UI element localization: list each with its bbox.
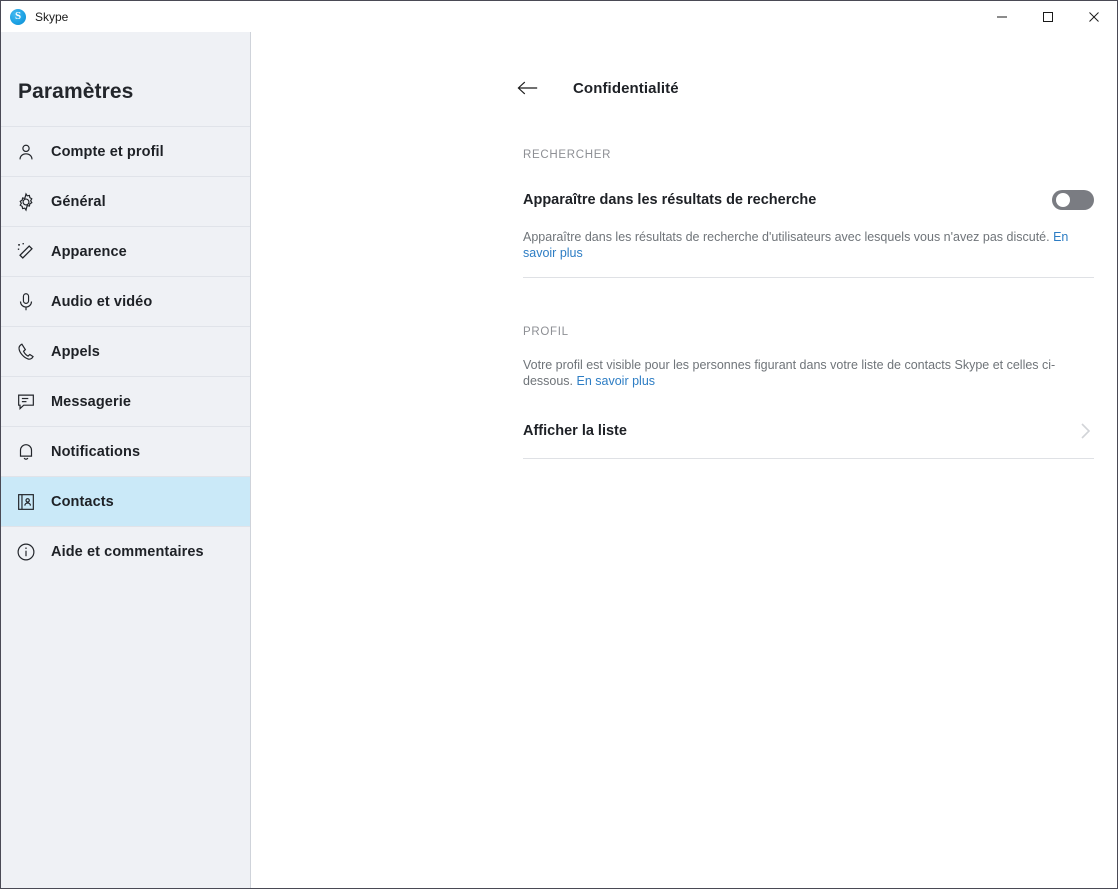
sidebar-item-label: Général [51, 193, 106, 210]
title-bar-left: S Skype [1, 8, 69, 25]
sidebar-item-label: Contacts [51, 493, 114, 510]
skype-logo-letter: S [14, 10, 22, 22]
main-content: Confidentialité RECHERCHER Apparaître da… [251, 32, 1117, 888]
sidebar-item-label: Notifications [51, 443, 141, 460]
sidebar-heading: Paramètres [18, 80, 134, 103]
sidebar-item-notifications[interactable]: Notifications [1, 426, 250, 476]
close-button[interactable] [1071, 1, 1117, 32]
search-help-text: Apparaître dans les résultats de recherc… [523, 230, 1054, 244]
search-visibility-row: Apparaître dans les résultats de recherc… [523, 190, 1094, 210]
sidebar-item-label: Apparence [51, 243, 127, 260]
back-button[interactable] [511, 75, 545, 101]
search-visibility-label: Apparaître dans les résultats de recherc… [523, 192, 817, 208]
sidebar-item-label: Messagerie [51, 393, 131, 410]
info-icon [14, 540, 38, 564]
title-bar: S Skype [1, 1, 1117, 32]
app-title: Skype [35, 9, 69, 24]
arrow-left-icon [517, 81, 538, 95]
toggle-knob [1056, 193, 1070, 207]
maximize-icon [1043, 11, 1053, 22]
contact-book-icon [14, 490, 38, 514]
settings-content: RECHERCHER Apparaître dans les résultats… [251, 149, 1117, 459]
settings-sidebar: Paramètres Compte et profil Général Appa… [1, 32, 251, 888]
sidebar-item-audio-video[interactable]: Audio et vidéo [1, 276, 250, 326]
sidebar-item-label: Compte et profil [51, 143, 164, 160]
chevron-right-icon [1078, 419, 1094, 443]
search-visibility-toggle[interactable] [1052, 190, 1094, 210]
sidebar-item-account[interactable]: Compte et profil [1, 126, 250, 176]
profile-description: Votre profil est visible pour les person… [523, 357, 1094, 390]
profile-section-divider [523, 458, 1094, 459]
sidebar-item-label: Audio et vidéo [51, 293, 153, 310]
message-icon [14, 390, 38, 414]
window-body: Paramètres Compte et profil Général Appa… [1, 32, 1117, 888]
sidebar-item-contacts[interactable]: Contacts [1, 476, 250, 526]
sidebar-item-appearance[interactable]: Apparence [1, 226, 250, 276]
bell-icon [14, 440, 38, 464]
maximize-button[interactable] [1025, 1, 1071, 32]
person-icon [14, 140, 38, 164]
profile-section-label: PROFIL [523, 325, 569, 338]
sidebar-item-label: Aide et commentaires [51, 543, 204, 560]
page-title: Confidentialité [573, 79, 679, 97]
profile-description-link[interactable]: En savoir plus [577, 374, 656, 388]
show-list-row[interactable]: Afficher la liste [523, 419, 1094, 443]
close-icon [1089, 11, 1099, 22]
sidebar-item-calls[interactable]: Appels [1, 326, 250, 376]
skype-logo-icon: S [10, 8, 26, 25]
gear-icon [14, 190, 38, 214]
search-visibility-help: Apparaître dans les résultats de recherc… [523, 229, 1094, 262]
minimize-button[interactable] [979, 1, 1025, 32]
search-section-divider [523, 276, 1094, 278]
phone-icon [14, 340, 38, 364]
sidebar-item-label: Appels [51, 343, 100, 360]
sidebar-item-messaging[interactable]: Messagerie [1, 376, 250, 426]
magic-wand-icon [14, 240, 38, 264]
search-section-label: RECHERCHER [523, 149, 612, 161]
skype-settings-window: S Skype Paramètres Compte et profil Géné… [0, 0, 1118, 889]
window-controls [979, 1, 1117, 32]
sidebar-item-help[interactable]: Aide et commentaires [1, 526, 250, 576]
main-header: Confidentialité [251, 32, 1117, 101]
sidebar-item-general[interactable]: Général [1, 176, 250, 226]
minimize-icon [997, 16, 1007, 17]
show-list-label: Afficher la liste [523, 423, 627, 439]
microphone-icon [14, 290, 38, 314]
